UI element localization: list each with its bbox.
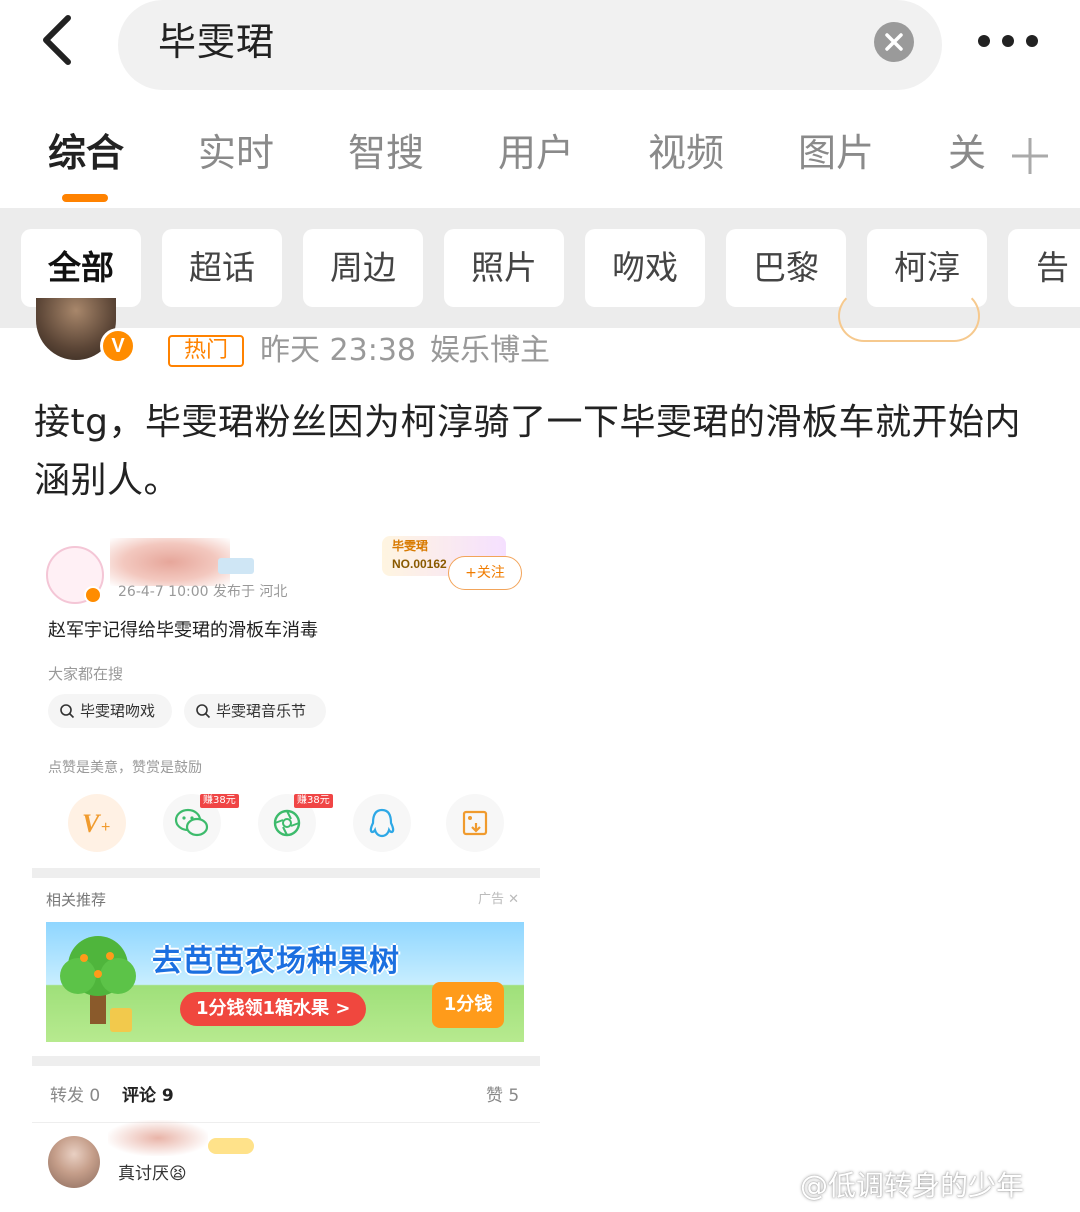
like-count: 赞 5: [486, 1086, 520, 1106]
tab-comprehensive[interactable]: 综合: [48, 126, 124, 180]
author-role: 娱乐博主: [430, 333, 550, 368]
redacted-username: [110, 538, 230, 586]
svg-text:+: +: [101, 819, 110, 836]
tab-video[interactable]: 视频: [648, 126, 724, 180]
search-icon: [60, 704, 75, 719]
chip-kiss-scene[interactable]: 吻戏: [585, 229, 705, 307]
earn-badge: 赚38元: [200, 794, 239, 808]
embedded-screenshot-image[interactable]: 26-4-7 10:00 发布于 河北 毕雯珺 NO.00162 +关注 赵军宇…: [32, 532, 540, 1212]
post-text: 接tg，毕雯珺粉丝因为柯淳骑了一下毕雯珺的滑板车就开始内涵别人。: [34, 402, 1021, 501]
chip-all[interactable]: 全部: [21, 229, 141, 307]
earn-badge: 赚38元: [294, 794, 333, 808]
svg-text:V: V: [82, 809, 102, 838]
commenter-tag: [208, 1138, 254, 1154]
v-plus-icon: V +: [68, 794, 126, 852]
chip-super-topic[interactable]: 超话: [162, 229, 282, 307]
repost-count: 转发 0: [50, 1086, 101, 1106]
active-tab-indicator: [62, 194, 108, 202]
ad-label-text: 广告: [478, 892, 505, 907]
embedded-search-label: 大家都在搜: [48, 665, 124, 683]
tab-smart-search[interactable]: 智搜: [348, 126, 424, 180]
embedded-time-location: 26-4-7 10:00 发布于 河北: [118, 584, 288, 600]
chip-merch[interactable]: 周边: [303, 229, 423, 307]
ad-label: 广告 ✕: [478, 892, 520, 907]
chip-photos[interactable]: 照片: [444, 229, 564, 307]
embedded-post-text: 赵军宇记得给毕雯珺的滑板车消毒: [48, 620, 318, 641]
tab-users[interactable]: 用户: [498, 126, 574, 180]
clear-search-icon[interactable]: [874, 22, 914, 62]
hot-badge: 热门: [168, 335, 244, 367]
qq-icon: [353, 794, 411, 852]
search-header: 毕雯珺: [0, 0, 1080, 100]
verified-badge-icon: V: [100, 328, 136, 364]
embedded-search-suggestion-label: 毕雯珺吻戏: [80, 702, 156, 720]
result-tabs: 综合 实时 智搜 用户 视频 图片 关: [0, 100, 1080, 208]
search-query-text: 毕雯珺: [158, 20, 276, 64]
post-time: 昨天 23:38: [260, 333, 416, 368]
tab-following[interactable]: 关: [948, 126, 986, 180]
tab-realtime[interactable]: 实时: [198, 126, 274, 180]
comment-text: 真讨厌😫: [118, 1164, 187, 1184]
add-tab-icon[interactable]: [1010, 136, 1050, 176]
fruit-tree-icon: [60, 936, 136, 1032]
back-arrow-icon[interactable]: [36, 12, 86, 68]
banner-cta: 1分钱领1箱水果 >: [180, 992, 367, 1026]
embedded-level-tag: [218, 558, 254, 574]
embedded-divider: [32, 1056, 540, 1066]
fan-card-number: NO.00162: [392, 557, 447, 571]
redacted-commenter-name: [108, 1120, 208, 1156]
related-recommend-label: 相关推荐: [46, 891, 107, 909]
commenter-avatar: [48, 1136, 100, 1188]
more-options-icon[interactable]: [976, 24, 1040, 58]
comment-count: 评论 9: [122, 1086, 174, 1106]
embedded-search-suggestion: 毕雯珺吻戏: [48, 694, 172, 728]
embedded-verified-icon: [84, 586, 102, 604]
farm-ad-banner: 去芭芭农场种果树 1分钱领1箱水果 > 1分钱: [46, 922, 524, 1042]
chip-overflow[interactable]: 告: [1008, 229, 1080, 307]
embedded-search-suggestion: 毕雯珺音乐节: [184, 694, 326, 728]
follow-button-partial[interactable]: [838, 290, 980, 342]
weibo-watermark: @低调转身的少年: [800, 1169, 1025, 1202]
banner-price-box: 1分钱: [432, 982, 504, 1028]
save-image-icon: [446, 794, 504, 852]
chip-paris[interactable]: 巴黎: [726, 229, 846, 307]
embedded-search-suggestion-label: 毕雯珺音乐节: [216, 702, 307, 720]
tab-images[interactable]: 图片: [798, 126, 874, 180]
embedded-reward-label: 点赞是美意，赞赏是鼓励: [48, 760, 202, 776]
search-input[interactable]: 毕雯珺: [118, 0, 942, 90]
embedded-follow-button: +关注: [448, 556, 522, 590]
search-icon: [196, 704, 211, 719]
embedded-divider: [32, 868, 540, 878]
fan-card-title: 毕雯珺: [392, 539, 429, 553]
banner-title: 去芭芭农场种果树: [152, 944, 400, 979]
